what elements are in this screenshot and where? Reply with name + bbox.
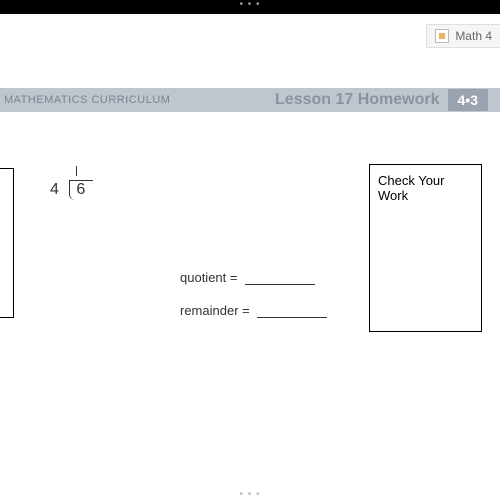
dividend: 6 [76,181,85,198]
remainder-blank[interactable] [257,306,327,318]
math-subject-tag[interactable]: Math 4 [426,24,500,48]
answer-section: quotient = remainder = [180,270,327,336]
left-partial-box [0,168,14,318]
top-ellipsis: • • • [239,0,260,10]
quotient-row: quotient = [180,270,327,285]
worksheet-content: 4 6 quotient = remainder = Check Your Wo… [0,150,500,410]
subject-label: Math 4 [455,29,492,43]
remainder-row: remainder = [180,303,327,318]
curriculum-label: MATHEMATICS CURRICULUM [0,94,170,106]
lesson-badge: 4•3 [448,89,488,111]
division-bracket: 6 [69,180,93,200]
bottom-ellipsis: • • • [239,489,260,500]
subject-icon [435,29,449,43]
quotient-label: quotient = [180,270,237,285]
quotient-blank[interactable] [245,273,315,285]
long-division-problem: 4 6 [50,180,93,200]
check-your-work-box: Check Your Work [369,164,482,332]
curriculum-header-bar: MATHEMATICS CURRICULUM Lesson 17 Homewor… [0,88,500,112]
lesson-title: Lesson 17 Homework [275,91,440,109]
division-tick-mark [76,166,77,176]
divisor: 4 [50,181,59,199]
check-your-work-title: Check Your Work [378,173,445,203]
remainder-label: remainder = [180,303,250,318]
